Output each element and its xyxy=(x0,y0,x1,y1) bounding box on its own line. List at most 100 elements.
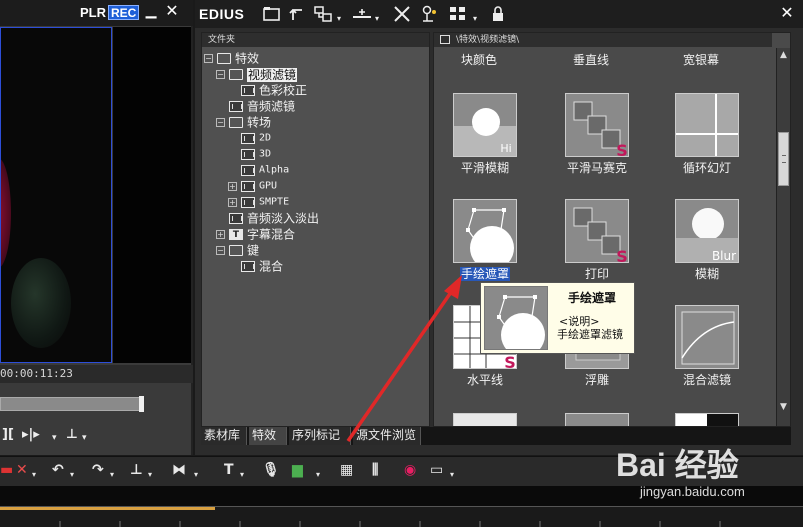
film-icon xyxy=(229,101,243,112)
tree-item[interactable]: 色彩校正 xyxy=(228,82,307,98)
collapse-icon[interactable]: − xyxy=(204,54,213,63)
rec-badge[interactable]: REC xyxy=(108,5,140,20)
up-folder-icon[interactable] xyxy=(287,4,309,24)
delete-icon[interactable] xyxy=(391,4,413,24)
effect-tile-partial[interactable] xyxy=(440,413,530,426)
tree-item[interactable]: + T 字幕混合 xyxy=(216,226,295,242)
expand-icon[interactable]: + xyxy=(216,230,225,239)
effect-label: 打印 xyxy=(552,265,642,282)
tab[interactable]: 序列标记 xyxy=(289,427,351,445)
tree-item[interactable]: 3D xyxy=(228,146,271,162)
next-frame-icon[interactable]: ▸|▸ xyxy=(22,427,40,447)
effects-path: \特效\视频滤镜\ xyxy=(456,35,520,45)
color-wheel-icon[interactable]: ◉ xyxy=(404,462,416,482)
slideshow-icon xyxy=(675,93,739,157)
lock-icon[interactable] xyxy=(487,4,509,24)
effect-label: 水平线 xyxy=(440,371,530,388)
timecode-row: 00:00:11:23 xyxy=(0,365,193,383)
smooth-blur-icon: Hi xyxy=(453,93,517,157)
audio-mixer-icon[interactable]: ⫼ xyxy=(372,462,378,482)
film-icon xyxy=(229,213,243,224)
tree-item[interactable]: + GPU xyxy=(228,178,277,194)
scroll-down-icon[interactable]: ▼ xyxy=(777,400,790,414)
effect-label: 平滑马赛克 xyxy=(552,159,642,176)
vertical-scrollbar[interactable]: ▲ ▼ xyxy=(776,48,790,426)
window-layout-icon[interactable]: ▭ xyxy=(430,462,443,482)
folder-icon xyxy=(229,245,243,256)
film-icon xyxy=(241,261,255,272)
title-icon[interactable]: T xyxy=(224,462,234,482)
add-track-icon[interactable] xyxy=(351,4,373,24)
expand-icon[interactable]: + xyxy=(228,198,237,207)
collapse-icon[interactable]: − xyxy=(216,246,225,255)
effect-label-widescreen[interactable]: 宽银幕 xyxy=(656,51,746,68)
tree-item[interactable]: − 视频滤镜 xyxy=(216,66,298,82)
minimize-icon[interactable]: ▁ xyxy=(143,2,159,20)
tab[interactable]: 素材库 xyxy=(201,427,247,445)
dropdown-icon[interactable]: ▾ xyxy=(337,14,341,23)
render-icon[interactable]: ⧓ xyxy=(172,462,186,482)
effects-grid-panel: \特效\视频滤镜\ 块颜色 垂直线 宽银幕 Hi 平滑模糊 S 平滑马赛克 循环幻灯手绘… xyxy=(433,32,791,427)
mixer-icon[interactable]: ▆ xyxy=(292,462,303,482)
grip-icon xyxy=(782,155,786,163)
delete-icon[interactable]: ▬ xyxy=(0,462,13,482)
microphone-icon[interactable]: 🎙 xyxy=(262,462,280,482)
tree-item[interactable]: 2D xyxy=(228,130,271,146)
properties-icon[interactable] xyxy=(419,4,441,24)
dropdown-icon[interactable]: ▾ xyxy=(375,14,379,23)
player-titlebar: PLR REC ▁ ✕ xyxy=(0,0,193,26)
view-mode-icon[interactable] xyxy=(447,4,469,24)
svg-text:S: S xyxy=(616,141,628,157)
in-point-icon[interactable]: ][ xyxy=(2,427,14,447)
effect-tile[interactable]: Hi 平滑模糊 xyxy=(440,93,530,193)
tree-item[interactable]: 音频滤镜 xyxy=(216,98,295,114)
add-cut-icon[interactable]: ⊥ xyxy=(130,462,143,482)
tree-item[interactable]: 混合 xyxy=(228,258,283,274)
effect-tile-partial[interactable] xyxy=(662,413,752,426)
scroll-thumb[interactable] xyxy=(778,132,789,186)
effect-label: 平滑模糊 xyxy=(440,159,530,176)
new-folder-icon[interactable] xyxy=(261,4,283,24)
collapse-icon[interactable]: − xyxy=(216,118,225,127)
close-icon[interactable]: ✕ xyxy=(778,3,796,23)
redo-icon[interactable]: ↷ xyxy=(92,462,104,482)
undo-icon[interactable]: ↶ xyxy=(52,462,64,482)
plr-label: PLR xyxy=(80,5,106,20)
tree-item[interactable]: − 键 xyxy=(216,242,259,258)
tree-item-label: 视频滤镜 xyxy=(247,67,298,82)
dropdown-icon[interactable]: ▾ xyxy=(52,433,57,453)
tree-item[interactable]: + SMPTE xyxy=(228,194,289,210)
film-icon xyxy=(241,149,255,160)
playback-progress-bar[interactable] xyxy=(0,397,144,411)
clip-tree-icon[interactable] xyxy=(313,4,335,24)
dropdown-icon[interactable]: ▾ xyxy=(82,433,87,453)
effect-tile[interactable]: S 平滑马赛克 xyxy=(552,93,642,193)
effect-tile[interactable]: Blur 模糊 xyxy=(662,199,752,299)
effect-tile-partial[interactable] xyxy=(552,413,642,426)
player-panel: PLR REC ▁ ✕ 00:00:11:23 ][ ▸|▸ ▾ ⊥ ▾ xyxy=(0,0,193,455)
svg-text:Blur: Blur xyxy=(712,249,736,263)
tab[interactable]: 源文件浏览 xyxy=(353,427,421,445)
effect-label-block-color[interactable]: 块颜色 xyxy=(434,51,524,68)
grid-icon[interactable]: ▦ xyxy=(340,462,353,482)
effect-thumbnail xyxy=(453,413,517,426)
tab[interactable]: 特效 xyxy=(249,427,287,445)
split-icon[interactable]: ⊥ xyxy=(66,427,78,447)
dropdown-icon[interactable]: ▾ xyxy=(473,14,477,23)
tree-item[interactable]: 音频淡入淡出 xyxy=(216,210,319,226)
effect-label-vertical-line[interactable]: 垂直线 xyxy=(546,51,636,68)
close-icon[interactable]: ✕ xyxy=(164,2,180,20)
app-title: EDIUS xyxy=(199,6,245,22)
tree-item[interactable]: − 特效 xyxy=(204,50,259,66)
playback-progress-handle[interactable] xyxy=(139,396,144,412)
effect-tooltip: 手绘遮罩 <说明> 手绘遮罩滤镜 xyxy=(480,282,635,354)
expand-icon[interactable]: + xyxy=(228,182,237,191)
tree-item[interactable]: − 转场 xyxy=(216,114,271,130)
collapse-icon[interactable]: − xyxy=(216,70,225,79)
drawn-mask-icon xyxy=(485,287,547,349)
effect-tile[interactable]: 混合滤镜 xyxy=(662,305,752,405)
ripple-delete-icon[interactable]: ✕ xyxy=(16,462,28,482)
scroll-up-icon[interactable]: ▲ xyxy=(777,48,790,62)
effect-tile[interactable]: 循环幻灯 xyxy=(662,93,752,193)
tree-item[interactable]: Alpha xyxy=(228,162,289,178)
